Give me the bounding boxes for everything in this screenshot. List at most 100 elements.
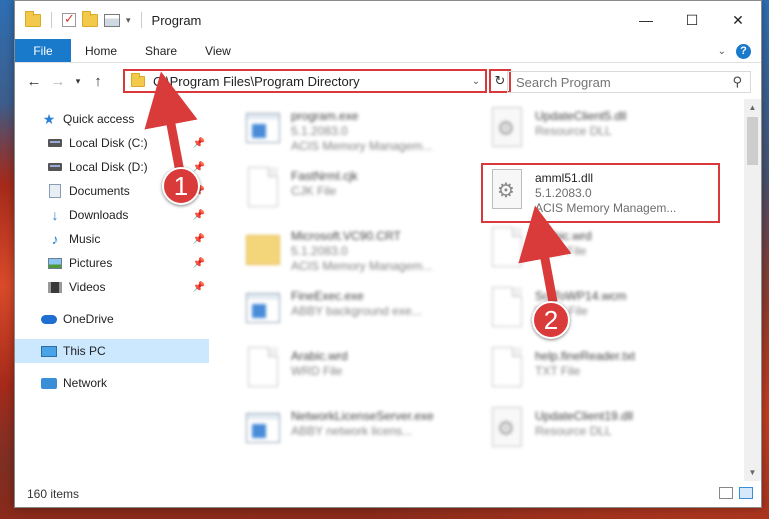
file-type: Resource DLL [535, 124, 612, 138]
blank-file-icon [487, 347, 527, 391]
pin-icon[interactable]: 📌 [193, 234, 205, 245]
quick-access-toolbar: ▾ [15, 10, 146, 28]
file-name: FineExec.exe [291, 289, 364, 303]
tab-file[interactable]: File [15, 39, 71, 62]
large-icons-view-icon[interactable] [739, 487, 753, 499]
file-type: CJK File [291, 184, 337, 198]
new-folder-icon[interactable] [82, 10, 98, 27]
file-name: Arabic.wrd [535, 229, 592, 243]
address-history-chevron-icon[interactable]: ⌄ [467, 76, 485, 87]
sidebar-item-label: Music [69, 232, 101, 246]
search-box[interactable]: ⚲ [507, 71, 751, 93]
vertical-scrollbar[interactable]: ▲ ▼ [744, 99, 761, 481]
downloads-icon: ↓ [51, 207, 59, 223]
file-type: Resource DLL [535, 424, 612, 438]
file-name: FastNrml.cjk [291, 169, 358, 183]
search-input[interactable] [516, 74, 733, 90]
address-bar[interactable]: C:\Program Files\Program Directory ⌄ [123, 69, 487, 93]
ribbon-tabs: File Home Share View ⌄ ? [15, 39, 761, 63]
address-path[interactable]: C:\Program Files\Program Directory [153, 74, 467, 89]
pin-icon[interactable]: 📌 [193, 138, 205, 149]
sidebar-item-downloads[interactable]: ↓ Downloads 📌 [15, 203, 209, 227]
back-arrow-icon[interactable]: ← [23, 73, 45, 90]
sidebar-item-music[interactable]: ♪ Music 📌 [15, 227, 209, 251]
file-item[interactable]: NetworkLicenseServer.exe ABBY network li… [239, 403, 474, 459]
folder-icon [25, 10, 41, 27]
pin-icon[interactable]: 📌 [193, 258, 205, 269]
file-name: help.fineReader.txt [535, 349, 636, 363]
forward-arrow-icon[interactable]: → [47, 73, 69, 90]
properties-icon[interactable] [104, 13, 120, 27]
tab-home[interactable]: Home [71, 39, 131, 62]
videos-icon [47, 279, 63, 295]
step-1-callout: 1 [162, 167, 200, 205]
status-bar: 160 items [15, 481, 761, 507]
close-button[interactable]: ✕ [715, 1, 761, 39]
scroll-down-arrow-icon[interactable]: ▼ [744, 464, 761, 481]
file-item[interactable]: FastNrml.cjk CJK File [239, 163, 474, 219]
divider [140, 12, 142, 28]
help-icon[interactable]: ? [736, 43, 751, 59]
maximize-button[interactable]: ☐ [669, 1, 715, 39]
navigation-pane: ★ Quick access Local Disk (C:) 📌 Local D… [15, 99, 209, 481]
file-version: 5.1.2083.0 [535, 186, 592, 200]
documents-icon [47, 183, 63, 199]
step-2-callout: 2 [532, 301, 570, 339]
sidebar-item-videos[interactable]: Videos 📌 [15, 275, 209, 299]
file-item[interactable]: Arabic.wrd WRD File [483, 223, 718, 279]
address-row: ← → ▾ ↑ C:\Program Files\Program Directo… [15, 63, 761, 99]
sidebar-item-network[interactable]: Network [15, 371, 209, 395]
sidebar-item-pictures[interactable]: Pictures 📌 [15, 251, 209, 275]
pin-icon[interactable]: 📌 [193, 282, 205, 293]
file-item[interactable]: SofToWP14.wcm WCM File [483, 283, 718, 339]
file-name: UpdateClient5.dll [535, 109, 627, 123]
minimize-button[interactable]: — [623, 1, 669, 39]
sidebar-item-label: Local Disk (C:) [69, 136, 148, 150]
expand-ribbon-chevron-icon[interactable]: ⌄ [718, 46, 726, 57]
file-type: WRD File [535, 244, 587, 258]
file-item[interactable]: Microsoft.VC90.CRT 5.1.2083.0 ACIS Memor… [239, 223, 474, 279]
properties-check-icon[interactable] [62, 11, 76, 27]
scroll-up-arrow-icon[interactable]: ▲ [744, 99, 761, 116]
dll-icon [487, 169, 527, 213]
sidebar-item-label: Documents [69, 184, 130, 198]
sidebar-item-label: OneDrive [63, 312, 114, 326]
tab-view[interactable]: View [191, 39, 245, 62]
refresh-icon: ↻ [494, 73, 506, 88]
title-bar: ▾ Program — ☐ ✕ [15, 1, 761, 39]
file-name: program.exe [291, 109, 359, 123]
file-name: UpdateClient19.dll [535, 409, 634, 423]
file-item[interactable]: help.fineReader.txt TXT File [483, 343, 718, 399]
disk-icon [47, 135, 63, 151]
up-arrow-icon[interactable]: ↑ [87, 73, 109, 90]
file-description: ABBY background exe... [291, 304, 422, 318]
file-item-highlighted[interactable]: amml51.dll 5.1.2083.0 ACIS Memory Manage… [481, 163, 720, 223]
recent-locations-chevron-icon[interactable]: ▾ [71, 76, 85, 87]
file-name: Arabic.wrd [291, 349, 348, 363]
exe-icon [243, 287, 283, 331]
file-item[interactable]: FineExec.exe ABBY background exe... [239, 283, 474, 339]
blank-file-icon [487, 287, 527, 331]
details-view-icon[interactable] [719, 487, 733, 499]
sidebar-item-label: Local Disk (D:) [69, 160, 148, 174]
pin-icon[interactable]: 📌 [193, 210, 205, 221]
customize-toolbar-chevron-icon[interactable]: ▾ [126, 15, 131, 26]
scrollbar-thumb[interactable] [747, 117, 758, 165]
file-item[interactable]: program.exe 5.1.2083.0 ACIS Memory Manag… [239, 103, 474, 159]
file-explorer-window: ▾ Program — ☐ ✕ File Home Share View ⌄ ?… [14, 0, 762, 508]
tab-share[interactable]: Share [131, 39, 191, 62]
sidebar-item-this-pc[interactable]: This PC [15, 339, 209, 363]
pictures-icon [47, 255, 63, 271]
file-item[interactable]: UpdateClient5.dll Resource DLL [483, 103, 718, 159]
sidebar-item-onedrive[interactable]: OneDrive [15, 307, 209, 331]
file-item[interactable]: UpdateClient19.dll Resource DLL [483, 403, 718, 459]
file-version: 5.1.2083.0 [291, 124, 348, 138]
sidebar-item-label: Quick access [63, 112, 135, 126]
pin-icon[interactable]: 📌 [193, 162, 205, 173]
file-item[interactable]: Arabic.wrd WRD File [239, 343, 474, 399]
sidebar-item-label: This PC [63, 344, 106, 358]
search-icon[interactable]: ⚲ [732, 74, 742, 90]
sidebar-item-local-disk-c[interactable]: Local Disk (C:) 📌 [15, 131, 209, 155]
sidebar-item-quick-access[interactable]: ★ Quick access [15, 107, 209, 131]
file-description: ACIS Memory Managem... [291, 139, 433, 153]
